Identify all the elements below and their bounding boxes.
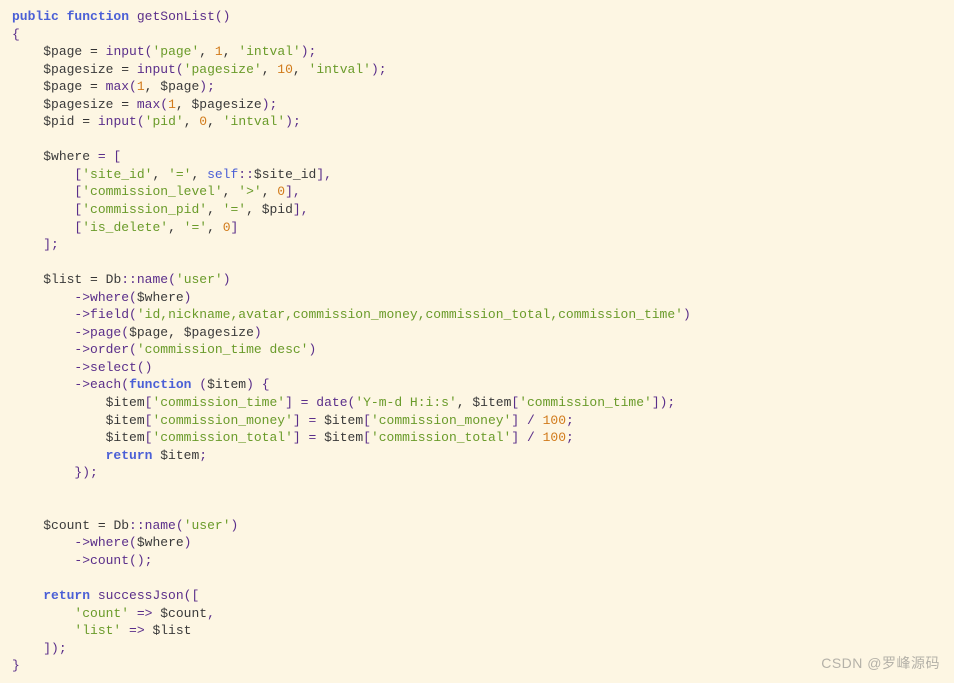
watermark: CSDN @罗峰源码 bbox=[821, 654, 940, 673]
fn-name: getSonList bbox=[137, 9, 215, 24]
kw-public: public bbox=[12, 9, 59, 24]
kw-function: function bbox=[67, 9, 129, 24]
code-block: public function getSonList() { $page = i… bbox=[12, 8, 942, 675]
